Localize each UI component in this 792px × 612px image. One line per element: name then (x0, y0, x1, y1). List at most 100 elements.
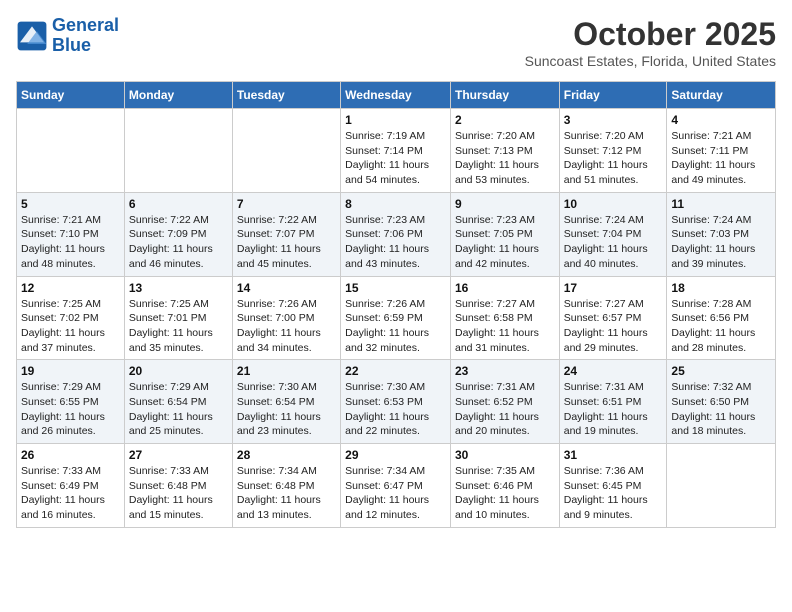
calendar-header: SundayMondayTuesdayWednesdayThursdayFrid… (17, 82, 776, 109)
calendar-table: SundayMondayTuesdayWednesdayThursdayFrid… (16, 81, 776, 528)
calendar-cell: 14Sunrise: 7:26 AM Sunset: 7:00 PM Dayli… (232, 276, 340, 360)
month-title: October 2025 (525, 16, 776, 53)
day-info: Sunrise: 7:32 AM Sunset: 6:50 PM Dayligh… (671, 380, 771, 439)
day-number: 11 (671, 197, 771, 211)
calendar-cell: 25 Sunrise: 7:32 AM Sunset: 6:50 PM Dayli… (667, 360, 776, 444)
day-info: Sunrise: 7:29 AM Sunset: 6:55 PM Dayligh… (21, 380, 120, 439)
day-number: 31 (564, 448, 663, 462)
calendar-cell: 6 Sunrise: 7:22 AM Sunset: 7:09 PM Daylig… (124, 192, 232, 276)
day-info: Sunrise: 7:30 AM Sunset: 6:54 PM Dayligh… (237, 380, 336, 439)
calendar-cell: 7 Sunrise: 7:22 AM Sunset: 7:07 PM Daylig… (232, 192, 340, 276)
day-info: Sunrise: 7:26 AM Sunset: 7:00 PM Dayligh… (237, 297, 336, 356)
day-number: 13 (129, 281, 228, 295)
day-info: Sunrise: 7:23 AM Sunset: 7:05 PM Dayligh… (455, 213, 555, 272)
calendar-cell: 21 Sunrise: 7:30 AM Sunset: 6:54 PM Dayli… (232, 360, 340, 444)
day-number: 17 (564, 281, 663, 295)
day-info: Sunrise: 7:20 AM Sunset: 7:13 PM Dayligh… (455, 129, 555, 188)
title-block: October 2025 Suncoast Estates, Florida, … (525, 16, 776, 69)
header-row: SundayMondayTuesdayWednesdayThursdayFrid… (17, 82, 776, 109)
header-cell-sunday: Sunday (17, 82, 125, 109)
calendar-cell: 1 Sunrise: 7:19 AM Sunset: 7:14 PM Daylig… (341, 109, 451, 193)
header-cell-friday: Friday (559, 82, 667, 109)
day-number: 15 (345, 281, 446, 295)
calendar-week-4: 19 Sunrise: 7:29 AM Sunset: 6:55 PM Dayli… (17, 360, 776, 444)
day-number: 28 (237, 448, 336, 462)
day-number: 24 (564, 364, 663, 378)
calendar-cell (232, 109, 340, 193)
calendar-cell: 12 Sunrise: 7:25 AM Sunset: 7:02 PM Dayli… (17, 276, 125, 360)
calendar-cell: 8 Sunrise: 7:23 AM Sunset: 7:06 PM Daylig… (341, 192, 451, 276)
calendar-cell: 19 Sunrise: 7:29 AM Sunset: 6:55 PM Dayli… (17, 360, 125, 444)
calendar-cell: 10Sunrise: 7:24 AM Sunset: 7:04 PM Dayli… (559, 192, 667, 276)
calendar-cell: 4 Sunrise: 7:21 AM Sunset: 7:11 PM Daylig… (667, 109, 776, 193)
calendar-cell: 31 Sunrise: 7:36 AM Sunset: 6:45 PM Dayli… (559, 444, 667, 528)
logo: General Blue (16, 16, 119, 56)
day-info: Sunrise: 7:26 AM Sunset: 6:59 PM Dayligh… (345, 297, 446, 356)
day-number: 9 (455, 197, 555, 211)
calendar-cell (124, 109, 232, 193)
day-info: Sunrise: 7:27 AM Sunset: 6:57 PM Dayligh… (564, 297, 663, 356)
day-number: 29 (345, 448, 446, 462)
day-number: 5 (21, 197, 120, 211)
day-number: 26 (21, 448, 120, 462)
day-number: 1 (345, 113, 446, 127)
day-number: 12 (21, 281, 120, 295)
calendar-cell: 5Sunrise: 7:21 AM Sunset: 7:10 PM Daylig… (17, 192, 125, 276)
day-info: Sunrise: 7:23 AM Sunset: 7:06 PM Dayligh… (345, 213, 446, 272)
calendar-cell: 30Sunrise: 7:35 AM Sunset: 6:46 PM Dayli… (450, 444, 559, 528)
day-info: Sunrise: 7:34 AM Sunset: 6:47 PM Dayligh… (345, 464, 446, 523)
day-number: 22 (345, 364, 446, 378)
day-number: 30 (455, 448, 555, 462)
day-info: Sunrise: 7:19 AM Sunset: 7:14 PM Dayligh… (345, 129, 446, 188)
logo-text: General Blue (52, 16, 119, 56)
day-info: Sunrise: 7:22 AM Sunset: 7:07 PM Dayligh… (237, 213, 336, 272)
logo-icon (16, 20, 48, 52)
header-cell-tuesday: Tuesday (232, 82, 340, 109)
day-info: Sunrise: 7:22 AM Sunset: 7:09 PM Dayligh… (129, 213, 228, 272)
calendar-cell: 27 Sunrise: 7:33 AM Sunset: 6:48 PM Dayli… (124, 444, 232, 528)
header-cell-wednesday: Wednesday (341, 82, 451, 109)
calendar-cell: 17 Sunrise: 7:27 AM Sunset: 6:57 PM Dayli… (559, 276, 667, 360)
day-number: 3 (564, 113, 663, 127)
day-number: 23 (455, 364, 555, 378)
day-info: Sunrise: 7:29 AM Sunset: 6:54 PM Dayligh… (129, 380, 228, 439)
calendar-cell: 13Sunrise: 7:25 AM Sunset: 7:01 PM Dayli… (124, 276, 232, 360)
day-number: 6 (129, 197, 228, 211)
day-info: Sunrise: 7:36 AM Sunset: 6:45 PM Dayligh… (564, 464, 663, 523)
calendar-cell: 15 Sunrise: 7:26 AM Sunset: 6:59 PM Dayli… (341, 276, 451, 360)
day-number: 18 (671, 281, 771, 295)
logo-blue: Blue (52, 35, 91, 55)
calendar-week-5: 26 Sunrise: 7:33 AM Sunset: 6:49 PM Dayli… (17, 444, 776, 528)
day-info: Sunrise: 7:33 AM Sunset: 6:48 PM Dayligh… (129, 464, 228, 523)
calendar-cell (667, 444, 776, 528)
day-number: 21 (237, 364, 336, 378)
calendar-cell: 23Sunrise: 7:31 AM Sunset: 6:52 PM Dayli… (450, 360, 559, 444)
day-info: Sunrise: 7:33 AM Sunset: 6:49 PM Dayligh… (21, 464, 120, 523)
calendar-cell: 9 Sunrise: 7:23 AM Sunset: 7:05 PM Daylig… (450, 192, 559, 276)
day-number: 8 (345, 197, 446, 211)
day-number: 16 (455, 281, 555, 295)
calendar-cell: 16Sunrise: 7:27 AM Sunset: 6:58 PM Dayli… (450, 276, 559, 360)
header-cell-monday: Monday (124, 82, 232, 109)
calendar-week-1: 1 Sunrise: 7:19 AM Sunset: 7:14 PM Daylig… (17, 109, 776, 193)
day-info: Sunrise: 7:24 AM Sunset: 7:03 PM Dayligh… (671, 213, 771, 272)
day-info: Sunrise: 7:21 AM Sunset: 7:11 PM Dayligh… (671, 129, 771, 188)
day-info: Sunrise: 7:28 AM Sunset: 6:56 PM Dayligh… (671, 297, 771, 356)
day-number: 7 (237, 197, 336, 211)
day-number: 20 (129, 364, 228, 378)
day-number: 19 (21, 364, 120, 378)
calendar-cell: 29 Sunrise: 7:34 AM Sunset: 6:47 PM Dayli… (341, 444, 451, 528)
day-info: Sunrise: 7:24 AM Sunset: 7:04 PM Dayligh… (564, 213, 663, 272)
day-number: 2 (455, 113, 555, 127)
day-info: Sunrise: 7:34 AM Sunset: 6:48 PM Dayligh… (237, 464, 336, 523)
day-number: 25 (671, 364, 771, 378)
calendar-cell: 20 Sunrise: 7:29 AM Sunset: 6:54 PM Dayli… (124, 360, 232, 444)
calendar-cell: 28 Sunrise: 7:34 AM Sunset: 6:48 PM Dayli… (232, 444, 340, 528)
calendar-week-3: 12 Sunrise: 7:25 AM Sunset: 7:02 PM Dayli… (17, 276, 776, 360)
calendar-cell: 22Sunrise: 7:30 AM Sunset: 6:53 PM Dayli… (341, 360, 451, 444)
day-info: Sunrise: 7:25 AM Sunset: 7:02 PM Dayligh… (21, 297, 120, 356)
day-number: 4 (671, 113, 771, 127)
calendar-cell: 3Sunrise: 7:20 AM Sunset: 7:12 PM Daylig… (559, 109, 667, 193)
day-number: 27 (129, 448, 228, 462)
day-info: Sunrise: 7:31 AM Sunset: 6:51 PM Dayligh… (564, 380, 663, 439)
